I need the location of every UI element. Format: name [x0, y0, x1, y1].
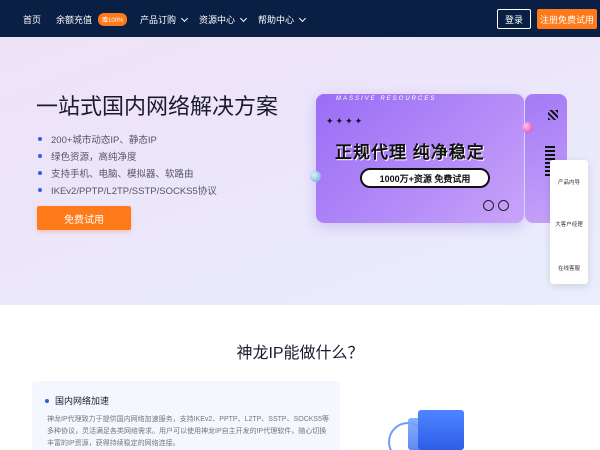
floating-service-panel: 产品内导 大客户经理 在线客服	[550, 160, 588, 284]
feature-item: 绿色资源，高纯净度	[38, 147, 217, 164]
nav-products[interactable]: 产品订购	[140, 13, 189, 26]
card-title: 国内网络加速	[45, 394, 109, 407]
free-trial-button[interactable]: 免费试用	[37, 206, 131, 230]
nav-help-label: 帮助中心	[258, 15, 295, 25]
nav-products-label: 产品订购	[140, 15, 177, 25]
nav-resources[interactable]: 资源中心	[199, 13, 248, 26]
feature-item: 支持手机、电脑、模拟器、软路由	[38, 164, 217, 181]
card-description: 神龙IP代理致力于提供国内网络加速服务，支持IKEv2、PPTP、L2TP、SS…	[47, 416, 329, 447]
register-button[interactable]: 注册免费试用	[537, 9, 597, 29]
globe-icon	[498, 200, 509, 211]
bullet-icon	[38, 153, 42, 158]
chevron-down-icon	[239, 14, 248, 22]
orb-icon	[310, 171, 321, 182]
top-nav: 首页 余额充值 赠100% 产品订购 资源中心 帮助中心 登录 注册免费试用	[0, 0, 600, 37]
feature-text: IKEv2/PPTP/L2TP/SSTP/SOCKS5协议	[51, 185, 217, 197]
ticket-tag: MASSIVE RESOURCES	[336, 96, 437, 102]
nav-recharge[interactable]: 余额充值 赠100%	[56, 13, 128, 26]
bullet-icon	[38, 136, 42, 141]
orb-icon	[522, 122, 533, 133]
feature-list: 200+城市动态IP、静态IP 绿色资源，高纯净度 支持手机、电脑、模拟器、软路…	[38, 130, 217, 198]
qr-icon	[548, 110, 558, 120]
bullet-icon	[45, 398, 49, 403]
network-illustration	[388, 408, 488, 450]
feature-item: IKEv2/PPTP/L2TP/SSTP/SOCKS5协议	[38, 181, 217, 198]
ticket-headline: 正规代理 纯净稳定	[335, 143, 485, 162]
chevron-down-icon	[180, 14, 189, 22]
bullet-icon	[38, 170, 42, 175]
float-account-manager[interactable]: 大客户经理	[550, 220, 588, 228]
feature-text: 200+城市动态IP、静态IP	[51, 134, 157, 146]
section-title: 神龙IP能做什么？	[236, 345, 364, 362]
recharge-badge: 赠100%	[98, 13, 128, 26]
ticket-subline: 1000万+资源 免费试用	[360, 168, 490, 188]
feature-text: 支持手机、电脑、模拟器、软路由	[51, 168, 194, 180]
nav-recharge-label: 余额充值	[56, 15, 93, 25]
ticket-icons	[483, 200, 509, 211]
globe-icon	[483, 200, 494, 211]
chevron-down-icon	[298, 14, 307, 22]
feature-item: 200+城市动态IP、静态IP	[38, 130, 217, 147]
nav-home-label: 首页	[23, 15, 42, 25]
screen-icon	[418, 410, 464, 450]
sparkle-icon: ✦✦✦✦	[326, 116, 365, 126]
nav-resources-label: 资源中心	[199, 15, 236, 25]
card-title-text: 国内网络加速	[55, 396, 110, 406]
feature-text: 绿色资源，高纯净度	[51, 151, 137, 163]
login-button[interactable]: 登录	[497, 9, 531, 29]
nav-help[interactable]: 帮助中心	[258, 13, 307, 26]
float-product-guide[interactable]: 产品内导	[550, 178, 588, 186]
nav-home[interactable]: 首页	[23, 13, 41, 26]
hero-title: 一站式国内网络解决方案	[36, 94, 279, 119]
float-online-service[interactable]: 在线客服	[550, 264, 588, 272]
bullet-icon	[38, 187, 42, 192]
